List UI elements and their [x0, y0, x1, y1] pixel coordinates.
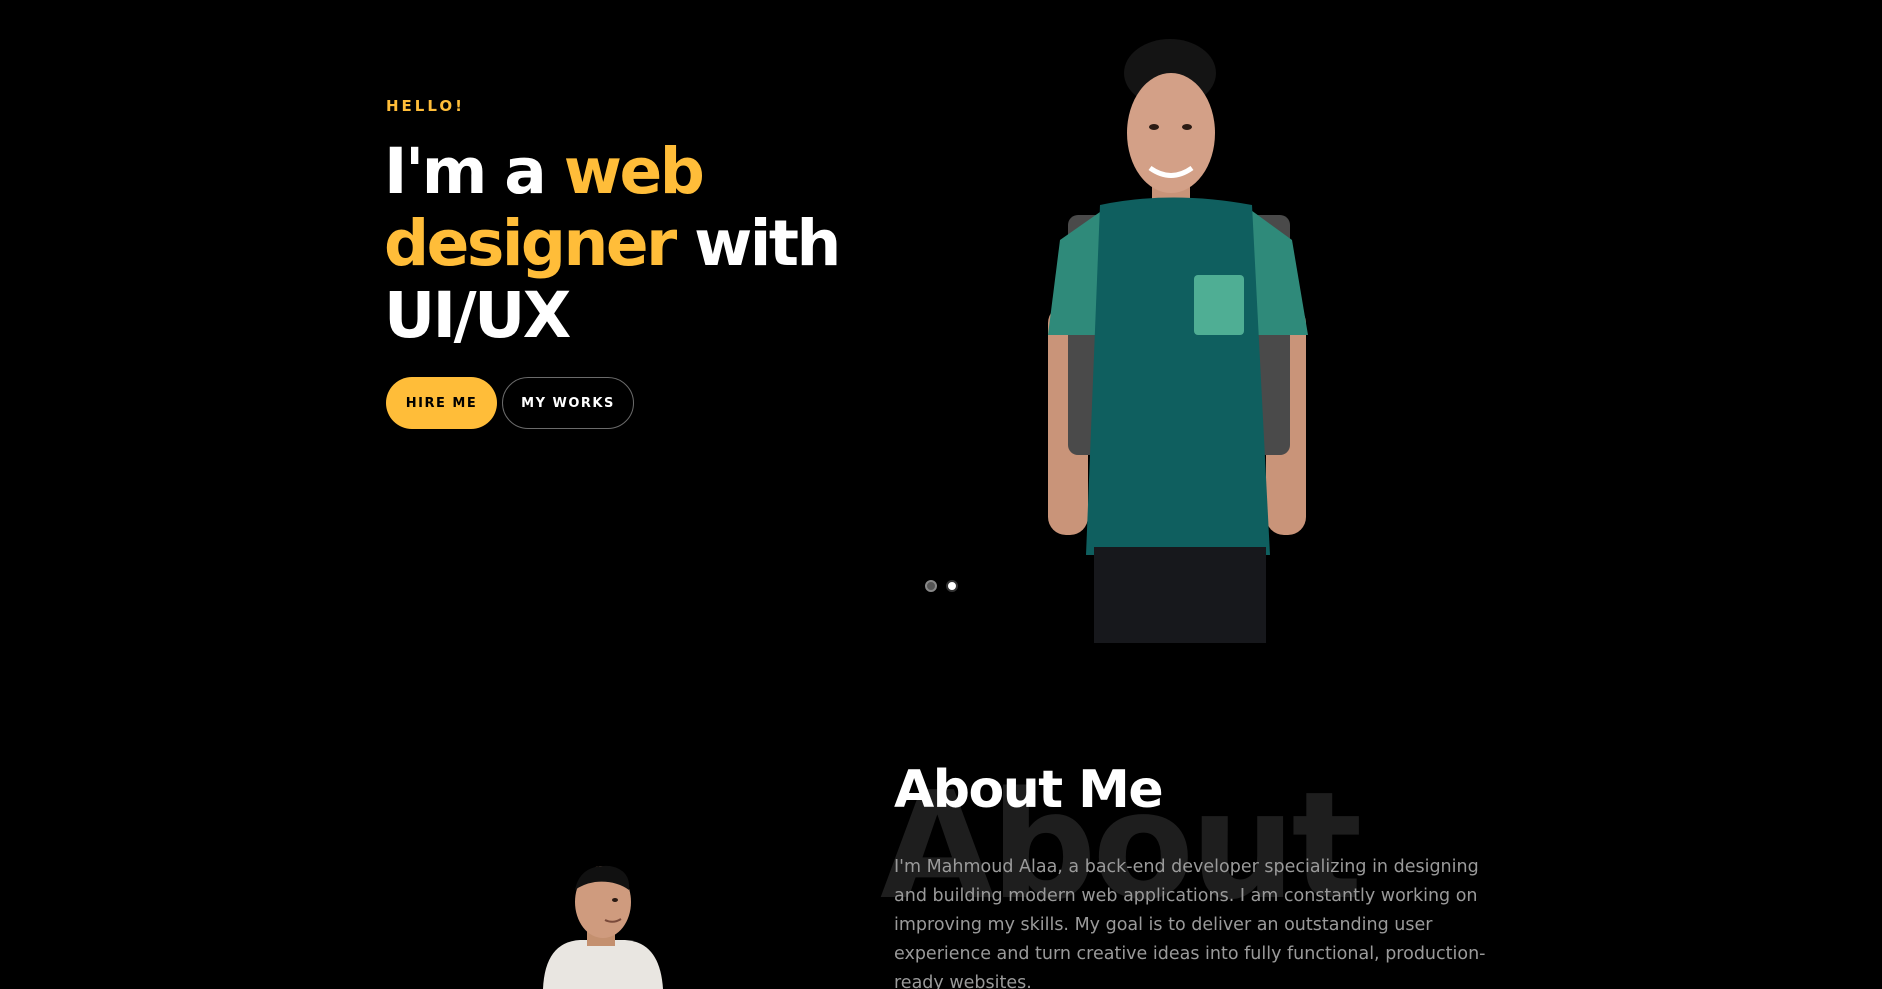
hero-heading: I'm a web designer with UI/UX — [384, 136, 854, 352]
page: HELLO! I'm a web designer with UI/UX HIR… — [0, 0, 1882, 989]
about-description: I'm Mahmoud Alaa, a back-end developer s… — [894, 857, 1486, 989]
hire-me-button[interactable]: HIRE ME — [386, 377, 497, 429]
slider-dot-2-active[interactable] — [946, 580, 958, 592]
about-portrait-image — [543, 865, 663, 989]
about-title: About Me — [894, 760, 1164, 820]
hero-portrait-image — [1048, 39, 1308, 643]
my-works-button[interactable]: MY WORKS — [502, 377, 634, 429]
slider-dot-1[interactable] — [925, 580, 937, 592]
hero-heading-part1: I'm a — [384, 135, 564, 208]
hero-greeting: HELLO! — [386, 97, 465, 115]
